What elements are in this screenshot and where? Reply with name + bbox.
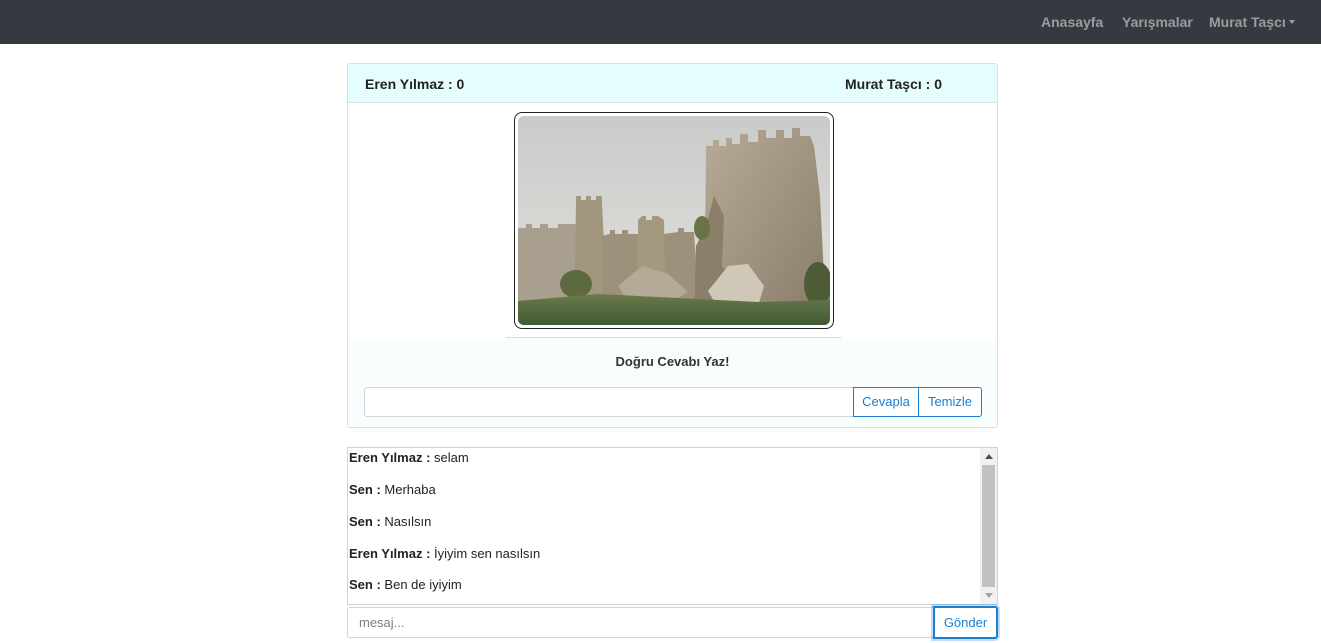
message-text: Ben de iyiyim — [384, 577, 462, 592]
send-button[interactable]: Gönder — [933, 606, 998, 639]
message-text: selam — [434, 450, 469, 465]
message-sender: Eren Yılmaz : — [349, 546, 431, 561]
message-sender: Sen : — [349, 577, 381, 592]
caret-down-icon — [1288, 19, 1295, 24]
player2-score: Murat Taşcı : 0 — [845, 76, 942, 92]
message-sender: Sen : — [349, 482, 381, 497]
castle-photo — [518, 116, 830, 325]
chat-messages[interactable]: Eren Yılmaz : selam Sen : Merhaba Sen : … — [347, 447, 998, 605]
scrollbar-thumb[interactable] — [982, 465, 995, 587]
chat-message: Eren Yılmaz : selam — [349, 450, 469, 465]
chat-scrollbar[interactable] — [980, 448, 997, 604]
score-bar: Eren Yılmaz : 0 Murat Taşcı : 0 — [348, 64, 997, 103]
answer-area: Doğru Cevabı Yaz! Cevapla Temizle — [348, 338, 997, 427]
chat-message: Sen : Merhaba — [349, 482, 436, 497]
player1-score: Eren Yılmaz : 0 — [365, 76, 465, 92]
nav-home-link[interactable]: Anasayfa — [1041, 14, 1103, 30]
message-text: Nasılsın — [384, 514, 432, 529]
user-dropdown-toggle[interactable]: Murat Taşcı — [1209, 14, 1295, 30]
scroll-down-arrow-icon[interactable] — [985, 593, 993, 598]
question-image-frame — [514, 112, 834, 329]
answer-prompt: Doğru Cevabı Yaz! — [615, 354, 730, 369]
answer-input[interactable] — [364, 387, 854, 417]
top-navbar: Anasayfa Yarışmalar Murat Taşcı — [0, 0, 1321, 44]
message-text: İyiyim sen nasılsın — [434, 546, 541, 561]
message-input[interactable] — [347, 607, 934, 638]
clear-button[interactable]: Temizle — [918, 387, 982, 417]
message-sender: Eren Yılmaz : — [349, 450, 431, 465]
chat-message: Eren Yılmaz : İyiyim sen nasılsın — [349, 546, 540, 561]
chat-message: Sen : Nasılsın — [349, 514, 431, 529]
nav-contests-link[interactable]: Yarışmalar — [1122, 14, 1193, 30]
message-text: Merhaba — [384, 482, 436, 497]
answer-button[interactable]: Cevapla — [853, 387, 919, 417]
message-sender: Sen : — [349, 514, 381, 529]
user-name: Murat Taşcı — [1209, 14, 1286, 30]
game-card: Eren Yılmaz : 0 Murat Taşcı : 0 Doğru Ce… — [347, 63, 998, 428]
scroll-up-arrow-icon[interactable] — [985, 454, 993, 459]
chat-message: Sen : Ben de iyiyim — [349, 577, 462, 592]
